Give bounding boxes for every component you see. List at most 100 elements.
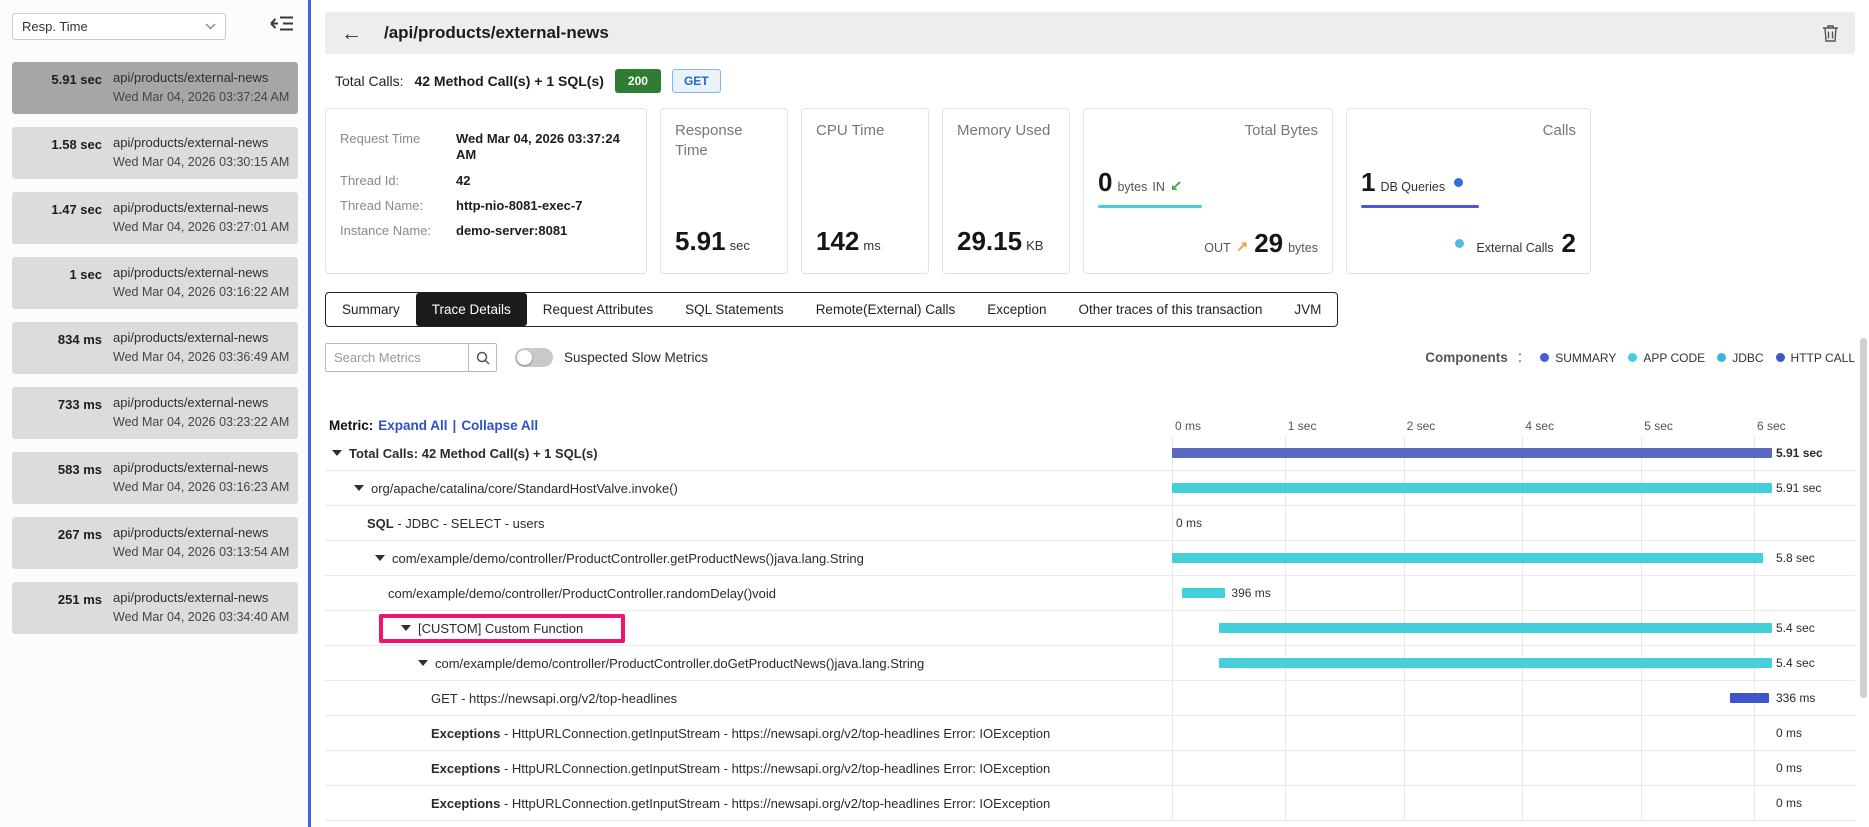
search-icon[interactable] [468,344,496,371]
duration-bar [1172,483,1772,493]
bytes-in-unit: bytes [1117,180,1147,194]
memory-used-card: Memory Used 29.15KB [942,108,1070,274]
trace-row: Exceptions - HttpURLConnection.getInputS… [325,716,1855,751]
row-label-cell: Exceptions - HttpURLConnection.getInputS… [325,751,1172,785]
vertical-scrollbar[interactable] [1860,338,1867,698]
bytes-out-row: OUT ↗ 29 bytes [1098,228,1318,261]
sidebar: Resp. Time 5.91 secapi/products/external… [0,0,308,827]
timeline-gridline [1754,506,1755,540]
caret-down-icon[interactable] [375,555,385,561]
trace-row: com/example/demo/controller/ProductContr… [325,576,1855,611]
info-label: Thread Id: [340,173,456,189]
duration-label: 5.4 sec [1772,611,1855,645]
timeline-tick: 6 sec [1757,419,1786,433]
sort-dropdown[interactable]: Resp. Time [12,13,226,40]
trace-list-item[interactable]: 5.91 secapi/products/external-newsWed Ma… [12,62,298,114]
caret-down-icon[interactable] [418,660,428,666]
metrics-toolbar: Suspected Slow Metrics Components : SUMM… [325,343,1855,372]
row-label-text: com/example/demo/controller/ProductContr… [388,586,776,601]
row-label-text: Total Calls: 42 Method Call(s) + 1 SQL(s… [349,446,598,461]
response-time-card: Response Time 5.91sec [660,108,788,274]
row-timeline-cell [1172,646,1772,680]
timeline-gridline [1641,751,1642,785]
trace-list-item[interactable]: 1.47 secapi/products/external-newsWed Ma… [12,192,298,244]
trace-list-item[interactable]: 1 secapi/products/external-newsWed Mar 0… [12,257,298,309]
timeline-gridline [1172,506,1173,540]
trace-table-header: Metric: Expand All | Collapse All 0 ms1 … [325,412,1855,436]
info-value: 42 [456,173,470,189]
legend-label: SUMMARY [1555,351,1616,365]
tab-sql-statements[interactable]: SQL Statements [669,293,800,326]
trace-name: api/products/external-news [113,70,289,85]
http-method-badge: GET [672,69,721,93]
trace-list-item[interactable]: 1.58 secapi/products/external-newsWed Ma… [12,127,298,179]
legend-dot [1717,353,1726,362]
search-input[interactable] [326,344,468,371]
cpu-time-card: CPU Time 142ms [801,108,929,274]
tab-exception[interactable]: Exception [971,293,1062,326]
timeline-gridline [1285,576,1286,610]
back-arrow-icon[interactable]: ← [341,23,362,44]
trace-list-item[interactable]: 583 msapi/products/external-newsWed Mar … [12,452,298,504]
tab-request-attributes[interactable]: Request Attributes [527,293,669,326]
timeline-gridline [1404,506,1405,540]
legend-item: APP CODE [1628,351,1705,365]
trace-duration: 583 ms [18,460,102,496]
row-timeline-cell [1172,681,1772,715]
trace-name: api/products/external-news [113,590,289,605]
status-code-badge: 200 [615,69,661,93]
timeline-gridline [1754,786,1755,820]
info-row: Request TimeWed Mar 04, 2026 03:37:24 AM [340,131,632,164]
trace-name: api/products/external-news [113,460,289,475]
sidebar-header: Resp. Time [12,12,298,40]
tab-trace-details[interactable]: Trace Details [416,293,527,326]
row-label-cell: [CUSTOM] Custom Function [325,611,1172,645]
highlight-box: [CUSTOM] Custom Function [379,614,625,643]
legend-dot [1776,353,1785,362]
timeline-gridline [1172,751,1173,785]
timeline-gridline [1404,716,1405,750]
trace-row: [CUSTOM] Custom Function 5.4 sec [325,611,1855,646]
collapse-all-link[interactable]: Collapse All [461,418,538,433]
slow-metrics-toggle[interactable] [515,348,553,367]
tab-jvm[interactable]: JVM [1278,293,1337,326]
trace-list-item[interactable]: 834 msapi/products/external-newsWed Mar … [12,322,298,374]
trace-timestamp: Wed Mar 04, 2026 03:30:15 AM [113,155,289,169]
trace-list-item[interactable]: 267 msapi/products/external-newsWed Mar … [12,517,298,569]
tab-remote-external-calls[interactable]: Remote(External) Calls [800,293,972,326]
trace-name: api/products/external-news [113,395,289,410]
timeline-gridline [1172,786,1173,820]
row-label-text: com/example/demo/controller/ProductContr… [435,656,924,671]
legend-item: SUMMARY [1540,351,1616,365]
total-bytes-card: Total Bytes 0 bytes IN ↙ OUT ↗ 29 bytes [1083,108,1333,274]
trace-row: Exceptions - HttpURLConnection.getInputS… [325,786,1855,821]
trash-icon[interactable] [1822,24,1839,43]
tab-summary[interactable]: Summary [326,293,416,326]
legend-items: SUMMARYAPP CODEJDBCHTTP CALL [1528,351,1855,365]
timeline-gridline [1641,681,1642,715]
trace-name: api/products/external-news [113,330,289,345]
info-row: Thread Name:http-nio-8081-exec-7 [340,198,632,214]
trace-list-item[interactable]: 251 msapi/products/external-newsWed Mar … [12,582,298,634]
duration-label: 336 ms [1772,681,1855,715]
collapse-sidebar-icon[interactable] [266,12,298,40]
trace-duration: 251 ms [18,590,102,626]
memory-used-value: 29.15 [957,226,1022,256]
chevron-down-icon [205,23,216,30]
timeline-tick: 5 sec [1644,419,1673,433]
expand-all-link[interactable]: Expand All [378,418,447,433]
timeline-gridline [1404,576,1405,610]
caret-down-icon[interactable] [401,625,411,631]
cpu-time-value: 142 [816,226,859,256]
trace-timestamp: Wed Mar 04, 2026 03:16:22 AM [113,285,289,299]
row-label-text: [CUSTOM] Custom Function [418,621,583,636]
trace-list-item[interactable]: 733 msapi/products/external-newsWed Mar … [12,387,298,439]
db-queries-dot [1454,178,1463,187]
tab-other-traces-of-this-transaction[interactable]: Other traces of this transaction [1063,293,1279,326]
caret-down-icon[interactable] [332,450,342,456]
trace-timestamp: Wed Mar 04, 2026 03:27:01 AM [113,220,289,234]
caret-down-icon[interactable] [354,485,364,491]
app-root: Resp. Time 5.91 secapi/products/external… [0,0,1869,827]
detail-tabs: SummaryTrace DetailsRequest AttributesSQ… [325,292,1338,327]
row-label-cell: org/apache/catalina/core/StandardHostVal… [325,471,1172,505]
